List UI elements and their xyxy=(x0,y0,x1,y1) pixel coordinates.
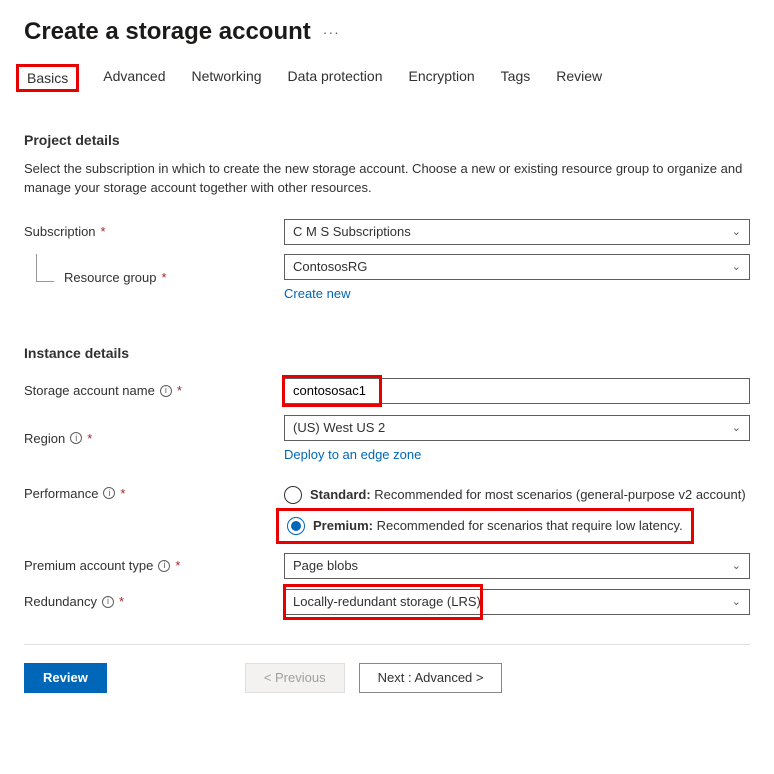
info-icon[interactable]: i xyxy=(103,487,115,499)
subscription-value: C M S Subscriptions xyxy=(293,224,411,239)
info-icon[interactable]: i xyxy=(160,385,172,397)
tab-strip: Basics Advanced Networking Data protecti… xyxy=(24,64,750,92)
chevron-down-icon: ⌄ xyxy=(732,421,741,434)
region-label: Region xyxy=(24,431,65,446)
tab-review[interactable]: Review xyxy=(554,64,604,92)
more-icon[interactable]: ··· xyxy=(323,24,340,40)
review-button[interactable]: Review xyxy=(24,663,107,693)
info-icon[interactable]: i xyxy=(158,560,170,572)
performance-standard-label: Standard: Recommended for most scenarios… xyxy=(310,487,746,502)
redundancy-select[interactable]: Locally-redundant storage (LRS) ⌄ xyxy=(284,589,750,615)
radio-icon xyxy=(284,486,302,504)
previous-button: < Previous xyxy=(245,663,345,693)
storage-account-name-label: Storage account name xyxy=(24,383,155,398)
chevron-down-icon: ⌄ xyxy=(732,260,741,273)
tree-connector xyxy=(36,254,54,282)
premium-account-type-label: Premium account type xyxy=(24,558,153,573)
resource-group-value: ContososRG xyxy=(293,259,367,274)
storage-account-name-input[interactable] xyxy=(284,378,750,404)
tab-tags[interactable]: Tags xyxy=(499,64,533,92)
redundancy-value: Locally-redundant storage (LRS) xyxy=(293,594,481,609)
tab-networking[interactable]: Networking xyxy=(190,64,264,92)
required-icon: * xyxy=(119,594,124,609)
subscription-select[interactable]: C M S Subscriptions ⌄ xyxy=(284,219,750,245)
tab-basics[interactable]: Basics xyxy=(16,64,79,92)
region-select[interactable]: (US) West US 2 ⌄ xyxy=(284,415,750,441)
required-icon: * xyxy=(87,431,92,446)
tab-encryption[interactable]: Encryption xyxy=(407,64,477,92)
chevron-down-icon: ⌄ xyxy=(732,559,741,572)
required-icon: * xyxy=(101,224,106,239)
subscription-label: Subscription xyxy=(24,224,96,239)
premium-account-type-value: Page blobs xyxy=(293,558,358,573)
required-icon: * xyxy=(177,383,182,398)
storage-account-name-field[interactable] xyxy=(293,383,741,398)
next-button[interactable]: Next : Advanced > xyxy=(359,663,503,693)
deploy-edge-zone-link[interactable]: Deploy to an edge zone xyxy=(284,447,421,462)
instance-details-heading: Instance details xyxy=(24,345,750,361)
performance-premium-label: Premium: Recommended for scenarios that … xyxy=(313,518,683,533)
redundancy-label: Redundancy xyxy=(24,594,97,609)
project-details-description: Select the subscription in which to crea… xyxy=(24,160,744,198)
required-icon: * xyxy=(162,270,167,285)
create-new-link[interactable]: Create new xyxy=(284,286,350,301)
chevron-down-icon: ⌄ xyxy=(732,595,741,608)
premium-account-type-select[interactable]: Page blobs ⌄ xyxy=(284,553,750,579)
performance-label: Performance xyxy=(24,486,98,501)
tab-advanced[interactable]: Advanced xyxy=(101,64,167,92)
resource-group-select[interactable]: ContososRG ⌄ xyxy=(284,254,750,280)
required-icon: * xyxy=(175,558,180,573)
performance-premium-radio[interactable]: Premium: Recommended for scenarios that … xyxy=(287,517,683,535)
required-icon: * xyxy=(120,486,125,501)
resource-group-label: Resource group xyxy=(64,270,157,285)
info-icon[interactable]: i xyxy=(102,596,114,608)
chevron-down-icon: ⌄ xyxy=(732,225,741,238)
tab-data-protection[interactable]: Data protection xyxy=(286,64,385,92)
radio-icon xyxy=(287,517,305,535)
project-details-heading: Project details xyxy=(24,132,750,148)
performance-standard-radio[interactable]: Standard: Recommended for most scenarios… xyxy=(284,486,750,504)
info-icon[interactable]: i xyxy=(70,432,82,444)
page-title: Create a storage account xyxy=(24,18,311,46)
region-value: (US) West US 2 xyxy=(293,420,385,435)
